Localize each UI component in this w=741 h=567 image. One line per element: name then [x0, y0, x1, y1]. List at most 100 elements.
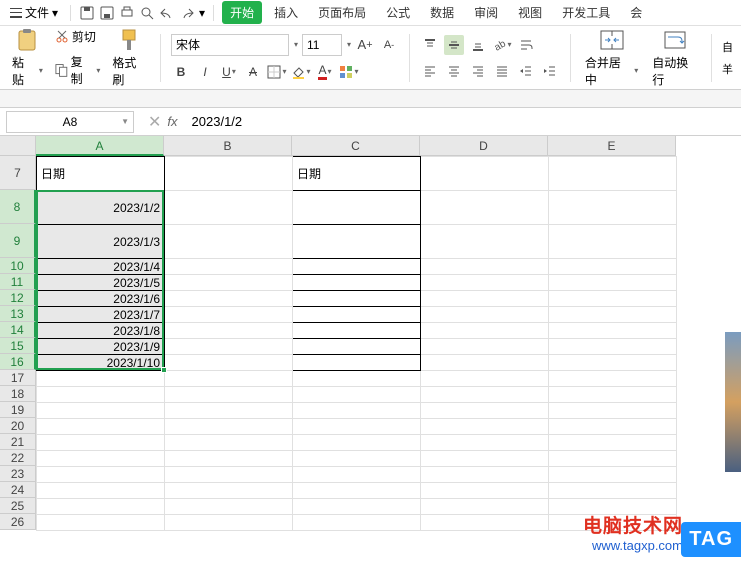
- row-header-14[interactable]: 14: [0, 322, 36, 338]
- cell-E7[interactable]: [549, 157, 677, 191]
- auto-partial[interactable]: 自: [722, 39, 733, 55]
- tab-more[interactable]: 会: [622, 1, 650, 24]
- font-color-button[interactable]: A▾: [315, 62, 335, 82]
- cell-A25[interactable]: [37, 499, 165, 515]
- print-icon[interactable]: [119, 5, 135, 21]
- cells-area[interactable]: 日期日期2023/1/22023/1/32023/1/42023/1/52023…: [36, 156, 677, 531]
- cell-E24[interactable]: [549, 483, 677, 499]
- row-header-24[interactable]: 24: [0, 482, 36, 498]
- cell-D19[interactable]: [421, 403, 549, 419]
- cell-E17[interactable]: [549, 371, 677, 387]
- cell-B7[interactable]: [165, 157, 293, 191]
- col-header-B[interactable]: B: [164, 136, 292, 156]
- font-name-select[interactable]: [171, 34, 289, 56]
- row-header-25[interactable]: 25: [0, 498, 36, 514]
- row-header-7[interactable]: 7: [0, 156, 36, 190]
- align-middle-icon[interactable]: [444, 35, 464, 55]
- tab-insert[interactable]: 插入: [266, 1, 306, 24]
- row-header-11[interactable]: 11: [0, 274, 36, 290]
- cell-C16[interactable]: [293, 355, 421, 371]
- underline-button[interactable]: U▾: [219, 62, 239, 82]
- cell-C17[interactable]: [293, 371, 421, 387]
- cell-C7[interactable]: 日期: [293, 157, 421, 191]
- row-header-15[interactable]: 15: [0, 338, 36, 354]
- cell-A11[interactable]: 2023/1/5: [37, 275, 165, 291]
- row-header-12[interactable]: 12: [0, 290, 36, 306]
- align-top-icon[interactable]: [420, 35, 440, 55]
- cell-E12[interactable]: [549, 291, 677, 307]
- cell-B13[interactable]: [165, 307, 293, 323]
- cell-styles-button[interactable]: ▾: [339, 62, 359, 82]
- row-header-9[interactable]: 9: [0, 224, 36, 258]
- fill-handle[interactable]: [161, 367, 167, 373]
- decrease-font-icon[interactable]: A-: [379, 35, 399, 55]
- cell-D12[interactable]: [421, 291, 549, 307]
- cell-E18[interactable]: [549, 387, 677, 403]
- cell-B22[interactable]: [165, 451, 293, 467]
- cell-A19[interactable]: [37, 403, 165, 419]
- cell-A16[interactable]: 2023/1/10: [37, 355, 165, 371]
- redo-icon[interactable]: [179, 5, 195, 21]
- cell-A20[interactable]: [37, 419, 165, 435]
- cell-C15[interactable]: [293, 339, 421, 355]
- cell-D10[interactable]: [421, 259, 549, 275]
- cell-D24[interactable]: [421, 483, 549, 499]
- cell-C21[interactable]: [293, 435, 421, 451]
- undo-icon[interactable]: [159, 5, 175, 21]
- align-left-icon[interactable]: [420, 61, 440, 81]
- cell-B17[interactable]: [165, 371, 293, 387]
- cell-B8[interactable]: [165, 191, 293, 225]
- format-painter-button[interactable]: 格式刷: [108, 26, 150, 90]
- row-header-8[interactable]: 8: [0, 190, 36, 224]
- cell-D9[interactable]: [421, 225, 549, 259]
- border-button[interactable]: ▾: [267, 62, 287, 82]
- auto-wrap-button[interactable]: 自动换行: [648, 26, 701, 90]
- cell-C20[interactable]: [293, 419, 421, 435]
- cell-A8[interactable]: 2023/1/2: [37, 191, 165, 225]
- cell-D22[interactable]: [421, 451, 549, 467]
- col-header-A[interactable]: A: [36, 136, 164, 156]
- spreadsheet-grid[interactable]: ABCDE 7891011121314151617181920212223242…: [0, 136, 741, 566]
- cell-C14[interactable]: [293, 323, 421, 339]
- cell-C23[interactable]: [293, 467, 421, 483]
- cell-A26[interactable]: [37, 515, 165, 531]
- col-header-C[interactable]: C: [292, 136, 420, 156]
- cell-D26[interactable]: [421, 515, 549, 531]
- tab-review[interactable]: 审阅: [466, 1, 506, 24]
- cell-B19[interactable]: [165, 403, 293, 419]
- cell-A17[interactable]: [37, 371, 165, 387]
- save-as-icon[interactable]: [99, 5, 115, 21]
- cell-C9[interactable]: [293, 225, 421, 259]
- cell-A13[interactable]: 2023/1/7: [37, 307, 165, 323]
- fill-color-button[interactable]: ▾: [291, 62, 311, 82]
- cell-C13[interactable]: [293, 307, 421, 323]
- currency-partial[interactable]: 羊: [722, 61, 733, 77]
- cell-B20[interactable]: [165, 419, 293, 435]
- col-header-E[interactable]: E: [548, 136, 676, 156]
- increase-font-icon[interactable]: A+: [355, 35, 375, 55]
- cell-B23[interactable]: [165, 467, 293, 483]
- cell-B15[interactable]: [165, 339, 293, 355]
- cell-E22[interactable]: [549, 451, 677, 467]
- bold-button[interactable]: B: [171, 62, 191, 82]
- name-box[interactable]: A8 ▼: [6, 111, 134, 133]
- cell-C11[interactable]: [293, 275, 421, 291]
- tab-formula[interactable]: 公式: [378, 1, 418, 24]
- paste-button[interactable]: 粘贴▾: [8, 26, 47, 90]
- row-header-20[interactable]: 20: [0, 418, 36, 434]
- cell-C18[interactable]: [293, 387, 421, 403]
- chevron-down-icon[interactable]: ▾: [294, 40, 298, 49]
- row-header-10[interactable]: 10: [0, 258, 36, 274]
- cell-D20[interactable]: [421, 419, 549, 435]
- cell-B12[interactable]: [165, 291, 293, 307]
- cell-A24[interactable]: [37, 483, 165, 499]
- cell-E10[interactable]: [549, 259, 677, 275]
- chevron-down-icon[interactable]: ▼: [121, 117, 129, 126]
- cell-D23[interactable]: [421, 467, 549, 483]
- indent-increase-icon[interactable]: [540, 61, 560, 81]
- cell-B11[interactable]: [165, 275, 293, 291]
- cell-E11[interactable]: [549, 275, 677, 291]
- cell-E15[interactable]: [549, 339, 677, 355]
- cell-E9[interactable]: [549, 225, 677, 259]
- cell-A15[interactable]: 2023/1/9: [37, 339, 165, 355]
